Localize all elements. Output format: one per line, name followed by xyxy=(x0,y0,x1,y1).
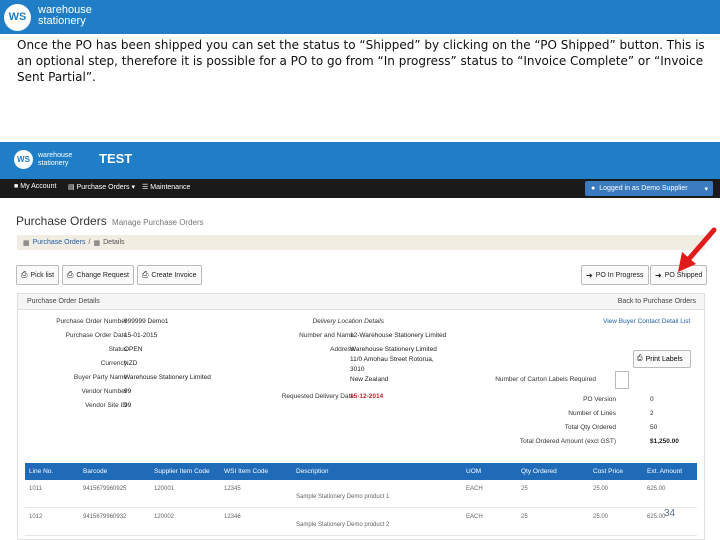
address-line-4: New Zealand xyxy=(350,376,389,383)
app-brand: warehouse stationery xyxy=(38,152,73,167)
carton-labels-input[interactable] xyxy=(615,371,629,389)
nav-maintenance[interactable]: ☰ Maintenance xyxy=(142,183,190,192)
print-labels-button[interactable]: ⎙ Print Labels xyxy=(633,350,691,368)
printer-icon: ⎙ xyxy=(21,270,28,279)
panel-header: Purchase Order Details Back to Purchase … xyxy=(18,294,704,310)
grid-icon: ▦ xyxy=(23,239,30,247)
carton-labels-label: Number of Carton Labels Required xyxy=(495,376,596,383)
printer-icon: ⎙ xyxy=(67,270,74,279)
total-ordered-amount-value: $1,250.00 xyxy=(650,438,679,445)
environment-title: TEST xyxy=(99,151,133,166)
slide-caption: Once the PO has been shipped you can set… xyxy=(17,38,705,84)
number-and-name-label: Number and Name xyxy=(299,332,354,339)
po-version-value: 0 xyxy=(650,396,654,403)
caret-down-icon: ▾ xyxy=(704,185,708,193)
printer-icon: ⎙ xyxy=(637,355,643,362)
address-line-3: 3010 xyxy=(350,366,365,373)
number-of-lines-value: 2 xyxy=(650,410,654,417)
po-version-label: PO Version xyxy=(583,396,616,403)
arrow-right-icon: ➜ xyxy=(586,270,593,280)
total-ordered-amount-label: Total Ordered Amount (excl GST) xyxy=(519,438,616,445)
col-uom[interactable]: UOM xyxy=(466,468,481,475)
change-request-button[interactable]: ⎙ Change Request xyxy=(62,265,134,285)
logged-in-user-menu[interactable]: ● Logged in as Demo Supplier ▾ xyxy=(585,181,713,196)
create-invoice-button[interactable]: ⎙ Create Invoice xyxy=(137,265,202,285)
col-qty-ordered[interactable]: Qty Ordered xyxy=(521,468,557,475)
col-cost-price[interactable]: Cost Price xyxy=(593,468,623,475)
list-icon: ☰ xyxy=(142,184,149,191)
app-logo[interactable]: WS xyxy=(14,150,33,169)
col-wsi-item-code[interactable]: WSI Item Code xyxy=(224,468,268,475)
page-title: Purchase Orders Manage Purchase Orders xyxy=(16,214,204,228)
buyer-party-name-label: Buyer Party Name xyxy=(73,374,127,381)
brand-name: warehouse stationery xyxy=(38,4,92,27)
address-line-1: Warehouse Stationery Limited xyxy=(350,346,437,353)
grid-icon: ▦ xyxy=(93,239,101,247)
nav-purchase-orders[interactable]: ▤ Purchase Orders ▾ xyxy=(68,183,136,192)
requested-delivery-date-label: Requested Delivery Date xyxy=(281,393,354,400)
vendor-site-id-value: 99 xyxy=(124,402,132,409)
col-description[interactable]: Description xyxy=(296,468,329,475)
breadcrumb-details: Details xyxy=(103,239,125,246)
nav-my-account[interactable]: ■ My Account xyxy=(14,183,56,190)
view-buyer-contact-link[interactable]: View Buyer Contact Detail List xyxy=(603,318,690,325)
total-qty-ordered-label: Total Qty Ordered xyxy=(564,424,616,431)
buyer-party-name-value: Warehouse Stationery Limited xyxy=(124,374,211,381)
back-to-purchase-orders-link[interactable]: Back to Purchase Orders xyxy=(618,298,696,305)
user-icon: ● xyxy=(591,185,596,192)
arrow-right-icon: ➜ xyxy=(655,270,662,280)
col-line-no[interactable]: Line No. xyxy=(29,468,53,475)
annotation-arrow-icon xyxy=(678,227,717,272)
po-number-label: Purchase Order Number xyxy=(56,318,127,325)
delivery-location-label: Delivery Location Details xyxy=(312,318,384,325)
number-and-name-value: 12-Warehouse Stationery Limited xyxy=(350,332,447,339)
table-row[interactable]: 1011 9415679960925 120001 12345 Sample S… xyxy=(25,480,697,508)
slide-number: 34 xyxy=(664,508,676,519)
printer-icon: ⎙ xyxy=(142,270,149,279)
requested-delivery-date-value: 15-12-2014 xyxy=(350,393,384,400)
pick-list-button[interactable]: ⎙ Pick list xyxy=(16,265,60,285)
po-in-progress-button[interactable]: ➜ PO In Progress xyxy=(581,265,649,285)
purchase-order-details-panel: Purchase Order Details Back to Purchase … xyxy=(17,293,705,540)
document-icon: ▤ xyxy=(68,184,75,191)
page-subtitle: Manage Purchase Orders xyxy=(112,218,204,227)
vendor-number-value: 99 xyxy=(124,388,132,395)
col-supplier-item-code[interactable]: Supplier Item Code xyxy=(154,468,210,475)
panel-title: Purchase Order Details xyxy=(27,298,100,305)
caret-down-icon: ▾ xyxy=(131,184,136,191)
vendor-site-id-label: Vendor Site ID xyxy=(85,402,127,409)
user-icon: ■ xyxy=(14,183,19,190)
col-ext-amount[interactable]: Ext. Amount xyxy=(647,468,682,475)
ws-logo: WS xyxy=(4,4,31,31)
address-line-2: 11/0 Amohau Street Rotorua, xyxy=(350,356,434,363)
main-navbar: ■ My Account ▤ Purchase Orders ▾ ☰ Maint… xyxy=(0,179,720,198)
breadcrumb: ▦ Purchase Orders / ▦ Details xyxy=(17,235,705,250)
total-qty-ordered-value: 50 xyxy=(650,424,658,431)
status-value: OPEN xyxy=(124,346,143,353)
app-header: WS warehouse stationery TEST xyxy=(0,142,720,179)
currency-value: NZD xyxy=(124,360,138,367)
po-number-value: 999999 Demo1 xyxy=(124,318,169,325)
lines-table-header: Line No. Barcode Supplier Item Code WSI … xyxy=(25,463,697,480)
slide-banner: WS warehouse stationery xyxy=(0,0,720,34)
po-date-label: Purchase Order Date xyxy=(65,332,127,339)
table-row[interactable]: 1012 9415679960932 120002 12346 Sample S… xyxy=(25,508,697,536)
col-barcode[interactable]: Barcode xyxy=(83,468,107,475)
number-of-lines-label: Number of Lines xyxy=(568,410,616,417)
breadcrumb-purchase-orders[interactable]: Purchase Orders xyxy=(33,239,86,246)
po-date-value: 15-01-2015 xyxy=(124,332,158,339)
vendor-number-label: Vendor Number xyxy=(81,388,127,395)
app-screenshot: WS warehouse stationery TEST ■ My Accoun… xyxy=(0,142,720,540)
